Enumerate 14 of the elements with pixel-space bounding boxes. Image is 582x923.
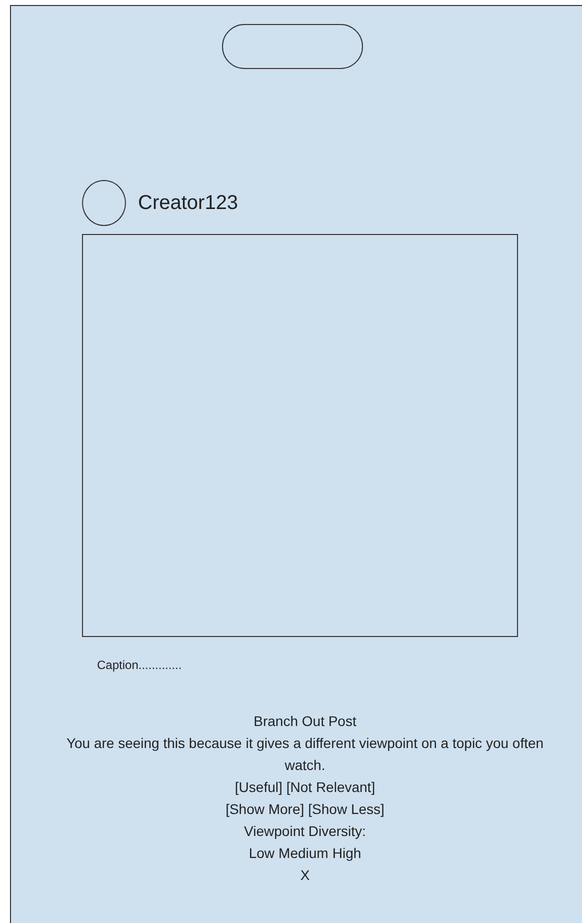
close-button[interactable]: X bbox=[300, 864, 310, 886]
creator-name: Creator123 bbox=[138, 191, 238, 216]
amount-button[interactable]: [Show More] bbox=[226, 798, 304, 820]
diversity-option[interactable]: Low bbox=[248, 842, 275, 864]
diversity-option[interactable]: High bbox=[332, 842, 362, 864]
feedback-button[interactable]: [Not Relevant] bbox=[286, 776, 376, 798]
feedback-button[interactable]: [Useful] bbox=[234, 776, 282, 798]
avatar bbox=[82, 180, 126, 226]
diversity-option[interactable]: Medium bbox=[278, 842, 328, 864]
diversity-label: Viewpoint Diversity: bbox=[244, 822, 366, 841]
notice-title: Branch Out Post bbox=[254, 712, 356, 731]
notice-reason: You are seeing this because it gives a different viewpoint on a topic you often watch. bbox=[65, 734, 545, 775]
caption: Caption............. bbox=[97, 658, 182, 672]
amount-button[interactable]: [Show Less] bbox=[308, 798, 384, 820]
